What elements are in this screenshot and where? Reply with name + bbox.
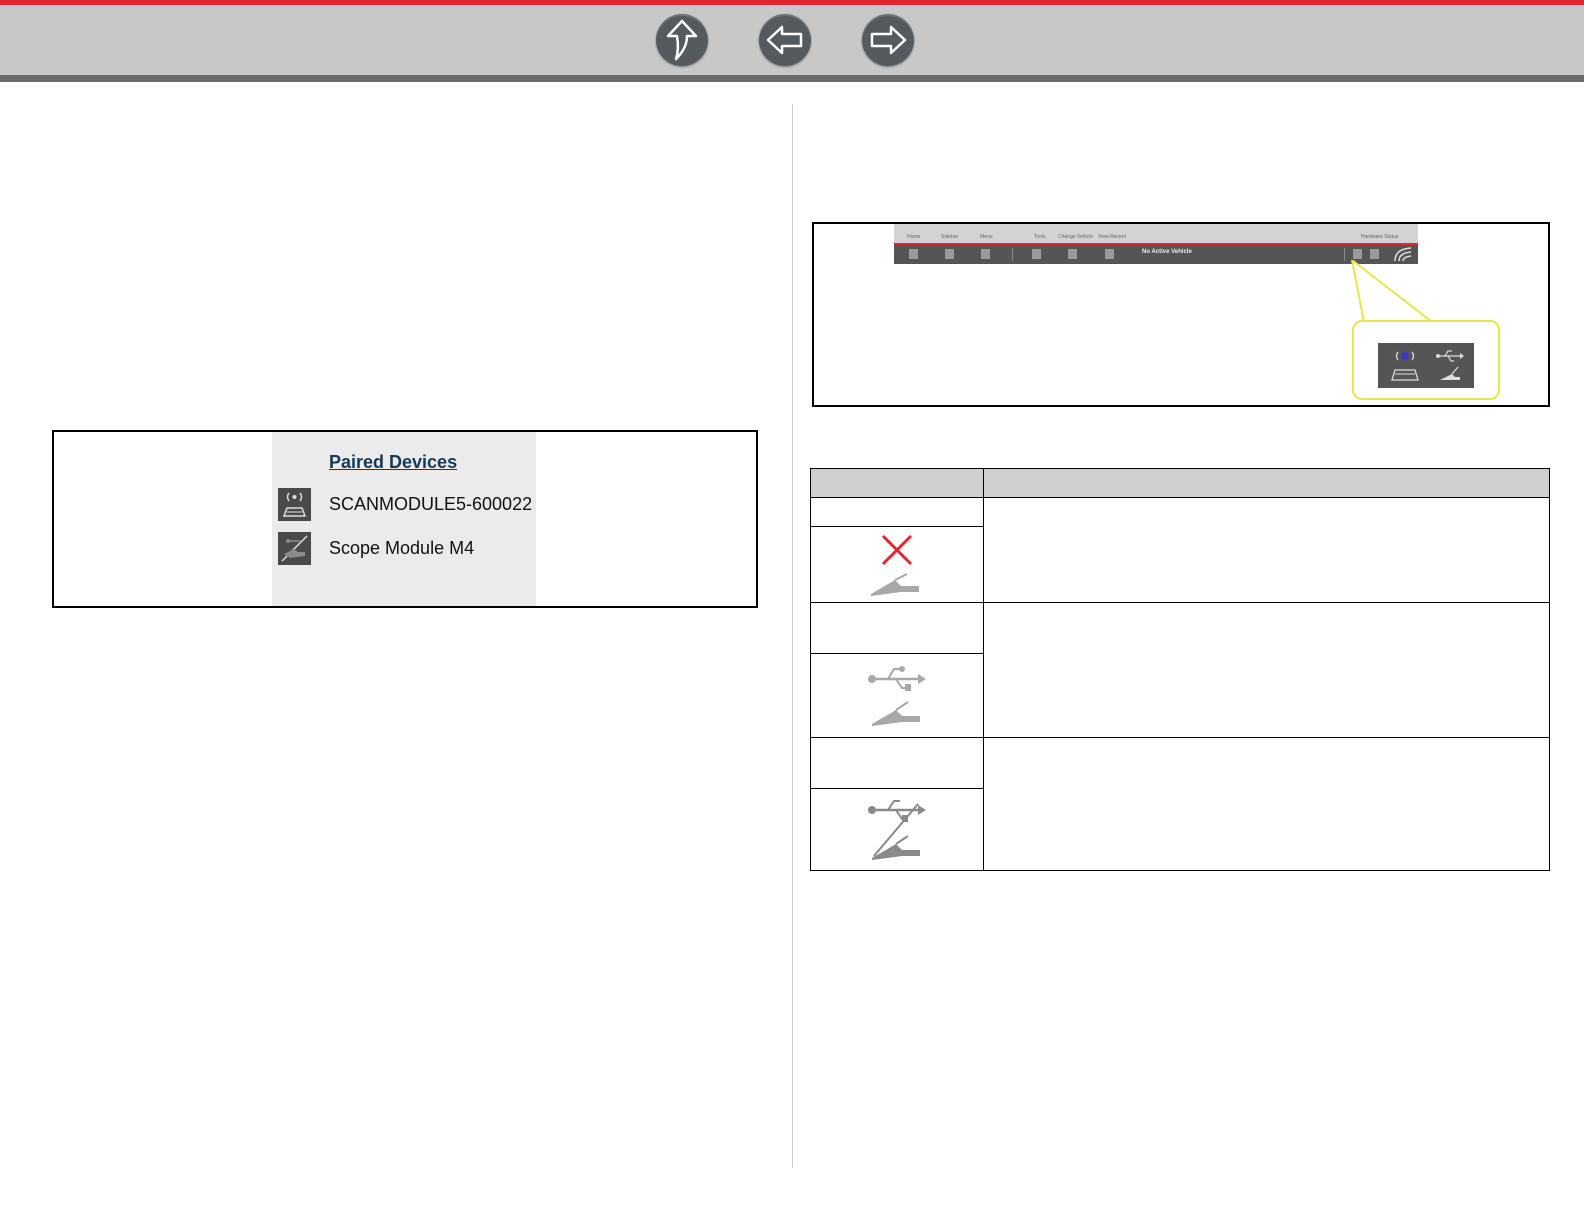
toolbar-tab[interactable]: Home <box>907 234 920 240</box>
toolbar-tab[interactable]: Menu <box>980 234 993 240</box>
up-button[interactable] <box>656 14 708 66</box>
menu-icon[interactable] <box>981 249 990 259</box>
toolbar-separator <box>1344 248 1345 261</box>
toolbar-tab[interactable]: Hardware Status <box>1361 234 1398 240</box>
top-accent-line <box>0 0 1584 5</box>
table-row-divider <box>811 602 1549 603</box>
scope-module-icon <box>278 532 311 565</box>
table-column-divider <box>983 469 984 870</box>
usb-scope-disconnected-icon <box>868 799 926 860</box>
paired-device-row[interactable]: SCANMODULE5-600022 <box>278 488 538 522</box>
tools-icon[interactable] <box>1032 249 1041 259</box>
column-divider <box>792 104 793 1168</box>
toolbar-tab[interactable]: Sidebar <box>941 234 958 240</box>
up-arrow-icon <box>666 19 698 61</box>
toolbar-tab[interactable]: Change Vehicle <box>1058 234 1093 240</box>
view-recent-icon[interactable] <box>1105 249 1114 259</box>
sidebar-icon[interactable] <box>945 249 954 259</box>
toolbar-separator <box>1012 248 1013 261</box>
hardware-status-callout <box>1352 320 1500 400</box>
toolbar-tab[interactable]: Tools <box>1034 234 1046 240</box>
usb-scope-connected-icon <box>868 665 926 726</box>
table-row <box>811 789 983 870</box>
table-row <box>811 527 983 602</box>
paired-device-row[interactable]: Scope Module M4 <box>278 532 538 566</box>
change-vehicle-icon[interactable] <box>1068 249 1077 259</box>
hardware-status-zoom <box>1378 343 1474 388</box>
paired-devices-panel: Paired Devices SCANMODULE5-600022 Scope … <box>272 432 536 606</box>
scan-module-icon <box>278 488 311 521</box>
right-arrow-icon <box>870 25 907 55</box>
paired-device-label: Scope Module M4 <box>329 538 475 558</box>
table-row-divider <box>811 737 1549 738</box>
table-row <box>811 654 983 737</box>
scan-module-status-icon[interactable] <box>1353 249 1362 259</box>
top-nav-bar <box>0 0 1584 82</box>
paired-devices-title[interactable]: Paired Devices <box>329 452 457 473</box>
toolbar-tab[interactable]: View Recent <box>1098 234 1126 240</box>
top-bottom-border <box>0 75 1584 82</box>
forward-button[interactable] <box>862 14 914 66</box>
usb-scope-status-icon[interactable] <box>1370 249 1379 259</box>
callout-pointer <box>1350 260 1435 323</box>
status-icon-table <box>810 468 1550 871</box>
vehicle-status-text: No Active Vehicle <box>1142 249 1192 255</box>
table-header <box>811 469 1549 498</box>
toolbar-icon-strip: No Active Vehicle <box>894 245 1418 264</box>
back-button[interactable] <box>759 14 811 66</box>
toolbar-screenshot: Home Sidebar Menu Tools Change Vehicle V… <box>894 224 1418 264</box>
home-icon[interactable] <box>909 249 918 259</box>
toolbar-tabs: Home Sidebar Menu Tools Change Vehicle V… <box>894 224 1418 245</box>
paired-device-label: SCANMODULE5-600022 <box>329 494 533 514</box>
scope-not-connected-icon <box>871 534 919 596</box>
left-arrow-icon <box>766 25 803 55</box>
paired-devices-figure: Paired Devices SCANMODULE5-600022 Scope … <box>52 430 758 608</box>
toolbar-figure: Home Sidebar Menu Tools Change Vehicle V… <box>812 222 1550 407</box>
